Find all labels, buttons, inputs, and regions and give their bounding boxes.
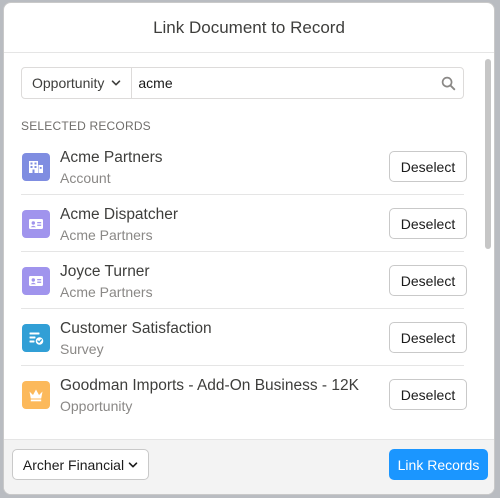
list-item: Goodman Imports - Add-On Business - 12K … [21, 366, 467, 423]
modal-footer: Archer Financial Link Records [4, 439, 494, 494]
record-type: Account [60, 170, 111, 186]
org-picker[interactable]: Archer Financial [12, 449, 149, 480]
object-type-label: Opportunity [32, 75, 105, 91]
contact-icon [22, 210, 50, 238]
search-icon[interactable] [433, 68, 463, 98]
record-title: Customer Satisfaction [60, 320, 212, 337]
object-type-picker[interactable]: Opportunity [22, 68, 133, 98]
scrollbar[interactable] [485, 59, 491, 249]
list-item: Joyce Turner Acme Partners Deselect [21, 252, 467, 309]
deselect-button[interactable]: Deselect [389, 379, 467, 410]
record-account: Acme Partners [60, 284, 153, 300]
record-type: Opportunity [60, 398, 133, 414]
org-label: Archer Financial [22, 456, 125, 473]
opportunity-icon [22, 381, 50, 409]
survey-icon [22, 324, 50, 352]
list-item: Acme Dispatcher Acme Partners Deselect [21, 195, 467, 252]
link-document-modal: Link Document to Record Opportunity SELE… [3, 2, 495, 495]
chevron-down-icon [111, 78, 121, 88]
deselect-button[interactable]: Deselect [389, 208, 467, 239]
selected-records-heading: SELECTED RECORDS [21, 119, 151, 133]
record-title: Acme Dispatcher [60, 206, 179, 223]
modal-title: Link Document to Record [153, 17, 345, 37]
record-type: Survey [60, 341, 104, 357]
chevron-down-icon [128, 460, 138, 470]
search-input[interactable] [132, 68, 433, 98]
modal-header: Link Document to Record [4, 3, 494, 53]
list-item: Customer Satisfaction Survey Deselect [21, 309, 467, 366]
record-title: Acme Partners [60, 149, 163, 166]
record-account: Acme Partners [60, 227, 153, 243]
link-records-button[interactable]: Link Records [389, 449, 488, 480]
record-title: Goodman Imports - Add-On Business - 12K [60, 377, 359, 394]
deselect-button[interactable]: Deselect [389, 151, 467, 182]
contact-icon [22, 267, 50, 295]
record-title: Joyce Turner [60, 263, 150, 280]
deselect-button[interactable]: Deselect [389, 265, 467, 296]
account-icon [22, 153, 50, 181]
selected-records-list: Acme Partners Account Deselect Acme Disp… [21, 138, 467, 423]
deselect-button[interactable]: Deselect [389, 322, 467, 353]
list-item: Acme Partners Account Deselect [21, 138, 467, 195]
record-search-bar: Opportunity [21, 67, 464, 99]
